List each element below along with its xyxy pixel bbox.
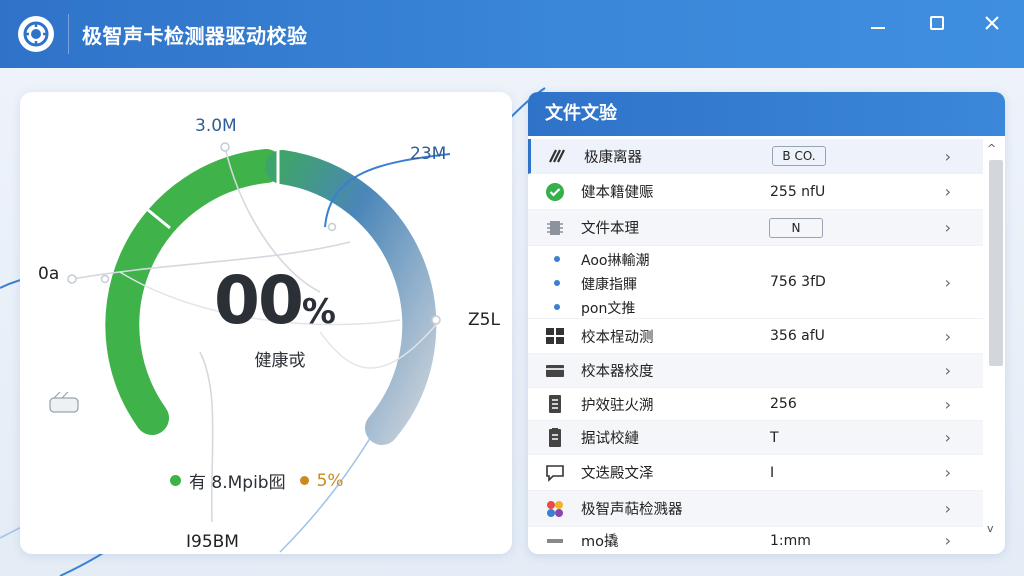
chevron-right-icon: ›: [944, 531, 951, 550]
list-item[interactable]: 校本器校度 ›: [528, 354, 983, 388]
item-label: mo撬: [581, 534, 619, 550]
title-bar: 极智声卡检测器驱动校验: [0, 0, 1024, 68]
item-list: 极康离器 B CO. › 健本籍健赈 255 nfU › 文件本理 N › Ao…: [528, 139, 983, 554]
panel-title: 文件文验: [528, 92, 1005, 136]
gauge-percent-sign: %: [301, 292, 336, 332]
gauge-caption: 健康戓: [254, 351, 306, 371]
list-item[interactable]: 校本桯动测 356 afU ›: [528, 319, 983, 354]
label-top: 3.0M: [195, 116, 237, 136]
chat-icon: [544, 462, 566, 484]
chevron-right-icon: ›: [944, 146, 951, 166]
item-pill: B CO.: [772, 146, 826, 166]
label-right: Z5L: [468, 310, 500, 330]
card-icon: [544, 360, 566, 382]
item-label: 校本器校度: [581, 364, 654, 380]
item-label: 校本桯动测: [581, 329, 654, 346]
item-label: 据试校縺: [581, 431, 639, 447]
waveform-icon: [547, 145, 569, 167]
chevron-right-icon: ›: [944, 499, 951, 518]
label-bottom: I95BM: [186, 532, 239, 552]
legend-text: 有 8.Mpib囮: [189, 473, 286, 493]
list-item[interactable]: 护效驻火溯 256 ›: [528, 388, 983, 421]
list-item[interactable]: 健本籍健赈 255 nfU ›: [528, 174, 983, 210]
chevron-right-icon: ›: [944, 361, 951, 380]
sub-item-label: Aoo㨆輸潮: [581, 253, 650, 269]
chevron-right-icon: ›: [944, 428, 951, 447]
label-top-right: 23M: [410, 144, 447, 164]
bullet-icon: [554, 280, 560, 286]
bullet-icon: [554, 256, 560, 262]
chip-icon: [544, 217, 566, 239]
window-title: 极智声卡检测器驱动校验: [82, 24, 308, 48]
doc-icon: [544, 393, 566, 415]
chevron-right-icon: ›: [944, 326, 951, 346]
gauge-legend: 有 8.Mpib囮 5%: [170, 468, 344, 493]
chevron-right-icon: ›: [944, 272, 951, 292]
file-check-panel: 文件文验 极康离器 B CO. › 健本籍健赈 255 nfU › 文件本理 N…: [528, 92, 1005, 554]
item-value: 255 nfU: [770, 183, 826, 200]
maximize-button[interactable]: [922, 10, 952, 36]
doc2-icon: [544, 427, 566, 449]
app-logo-icon: [18, 16, 54, 52]
item-label: 极康离器: [584, 149, 642, 166]
panel-scrollbar[interactable]: ^ v: [985, 142, 1003, 546]
item-value: 756 3fD: [770, 274, 826, 290]
item-value: 356 afU: [770, 328, 825, 344]
sub-item-label: pon文推: [581, 301, 636, 317]
close-button[interactable]: [977, 10, 1007, 36]
chevron-right-icon: ›: [944, 394, 951, 414]
apps-icon: [544, 498, 566, 520]
list-item[interactable]: 极智声萜检溅器 ›: [528, 491, 983, 527]
item-label: 文迭殿文泽: [581, 466, 654, 482]
item-pill: N: [769, 217, 823, 238]
dash-icon: [544, 530, 566, 552]
title-separator: [68, 14, 69, 54]
health-gauge-card: 3.0M 23M 0a Z5L I95BM 00% 健康戓 有 8.Mpib囮 …: [20, 92, 512, 554]
item-value: I: [770, 464, 775, 481]
scroll-up-icon[interactable]: ^: [987, 142, 996, 155]
item-value: T: [770, 429, 779, 446]
item-label: 极智声萜检溅器: [581, 502, 683, 518]
maximize-icon: [930, 16, 944, 30]
item-label: 文件本理: [581, 221, 639, 237]
list-item[interactable]: 极康离器 B CO. ›: [528, 139, 983, 174]
legend-orange-dot: [299, 476, 309, 485]
close-icon: [985, 16, 999, 30]
shield-check-icon: [544, 181, 566, 203]
chevron-right-icon: ›: [944, 182, 951, 201]
list-item[interactable]: 文件本理 N ›: [528, 210, 983, 246]
item-label: 护效驻火溯: [581, 397, 654, 414]
list-item[interactable]: mo撬 1:mm ›: [528, 527, 983, 554]
chevron-right-icon: ›: [944, 218, 951, 237]
item-value: 256: [770, 396, 797, 412]
gauge-value: 00%: [190, 262, 360, 339]
chevron-right-icon: ›: [944, 463, 951, 482]
sound-device-icon: [49, 391, 79, 413]
scroll-thumb[interactable]: [989, 160, 1003, 366]
item-label: 健本籍健赈: [581, 185, 654, 201]
scroll-down-icon[interactable]: v: [987, 522, 994, 535]
legend-percent: 5%: [316, 470, 344, 491]
list-item[interactable]: 据试校縺 T ›: [528, 421, 983, 455]
list-item-group[interactable]: Aoo㨆輸潮 健康指賱 pon文推 756 3fD ›: [528, 246, 983, 319]
minimize-button[interactable]: [863, 10, 893, 36]
gauge-value-number: 00: [214, 262, 304, 339]
bullet-icon: [554, 304, 560, 310]
item-value: 1:mm: [770, 532, 811, 549]
legend-green-dot: [170, 475, 181, 486]
sub-item-label: 健康指賱: [581, 277, 637, 293]
minimize-icon: [871, 27, 885, 29]
list-item[interactable]: 文迭殿文泽 I ›: [528, 455, 983, 491]
grid-icon: [544, 325, 566, 347]
label-left: 0a: [38, 264, 60, 284]
